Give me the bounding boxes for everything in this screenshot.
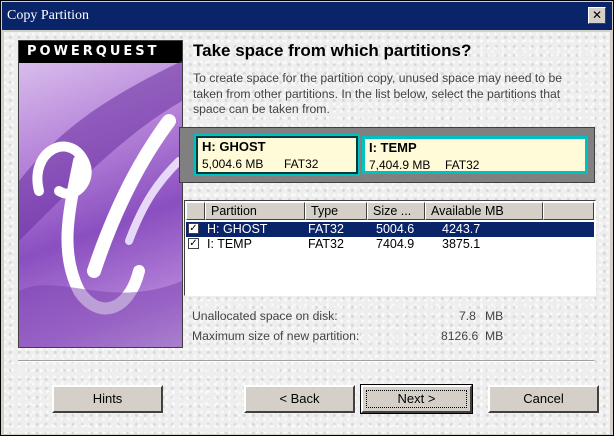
- hints-button[interactable]: Hints: [52, 385, 163, 413]
- copy-partition-dialog: Copy Partition ✕ POWERQUEST Take space f…: [0, 0, 614, 436]
- column-header-type[interactable]: Type: [305, 202, 367, 220]
- unallocated-value: 7.8: [459, 309, 476, 323]
- partition-map: H: GHOST 5,004.6 MB FAT32 I: TEMP 7,404.…: [179, 127, 595, 183]
- partition-card-temp[interactable]: I: TEMP 7,404.9 MB FAT32: [362, 136, 588, 174]
- cell-partition: I: TEMP: [207, 237, 252, 251]
- title-bar[interactable]: Copy Partition ✕: [2, 2, 612, 30]
- max-size-value: 8126.6: [441, 329, 479, 343]
- max-size-unit: MB: [485, 329, 504, 343]
- close-icon: ✕: [591, 8, 603, 22]
- unallocated-label: Unallocated space on disk:: [192, 309, 338, 323]
- row-checkbox[interactable]: ✓: [188, 223, 199, 234]
- checkmark-icon: ✓: [189, 223, 198, 234]
- row-checkbox[interactable]: ✓: [188, 238, 199, 249]
- cell-available: 4243.7: [442, 222, 481, 236]
- page-heading: Take space from which partitions?: [193, 41, 472, 60]
- partition-list[interactable]: Partition Type Size ... Available MB ✓ H…: [184, 200, 596, 296]
- unallocated-unit: MB: [485, 309, 504, 323]
- next-button[interactable]: Next >: [360, 384, 473, 414]
- partition-card-name: H: GHOST: [202, 139, 266, 154]
- cell-type: FAT32: [308, 222, 344, 236]
- partition-card-fs: FAT32: [284, 157, 319, 171]
- wizard-side-graphic: POWERQUEST: [18, 40, 183, 348]
- table-row[interactable]: ✓ I: TEMP FAT32 7404.9 3875.1: [186, 237, 594, 252]
- separator: [18, 360, 594, 362]
- column-header-available[interactable]: Available MB: [425, 202, 543, 220]
- max-size-label: Maximum size of new partition:: [192, 329, 360, 343]
- column-header-check[interactable]: [186, 202, 205, 220]
- cancel-button[interactable]: Cancel: [488, 385, 599, 413]
- instructions-text: To create space for the partition copy, …: [193, 71, 563, 116]
- checkmark-icon: ✓: [189, 238, 198, 249]
- dialog-body: POWERQUEST Take space from which partiti…: [4, 32, 610, 434]
- partition-card-size: 5,004.6 MB: [202, 157, 264, 171]
- cell-size: 5004.6: [376, 222, 415, 236]
- partition-card-name: I: TEMP: [369, 140, 417, 155]
- cell-size: 7404.9: [376, 237, 415, 251]
- decorative-swirl-graphic: [19, 61, 182, 347]
- column-header-size[interactable]: Size ...: [367, 202, 425, 220]
- back-button[interactable]: < Back: [244, 385, 355, 413]
- window-title: Copy Partition: [7, 8, 90, 23]
- table-row[interactable]: ✓ H: GHOST FAT32 5004.6 4243.7: [186, 222, 594, 237]
- close-button[interactable]: ✕: [588, 7, 606, 24]
- cell-partition: H: GHOST: [207, 222, 268, 236]
- partition-card-size: 7,404.9 MB: [369, 158, 431, 172]
- partition-card-fs: FAT32: [445, 158, 480, 172]
- column-header-partition[interactable]: Partition: [205, 202, 305, 220]
- partition-card-ghost[interactable]: H: GHOST 5,004.6 MB FAT32: [194, 134, 360, 176]
- column-header-filler: [543, 202, 594, 220]
- cell-type: FAT32: [308, 237, 344, 251]
- cell-available: 3875.1: [442, 237, 481, 251]
- focus-rectangle: [366, 390, 467, 408]
